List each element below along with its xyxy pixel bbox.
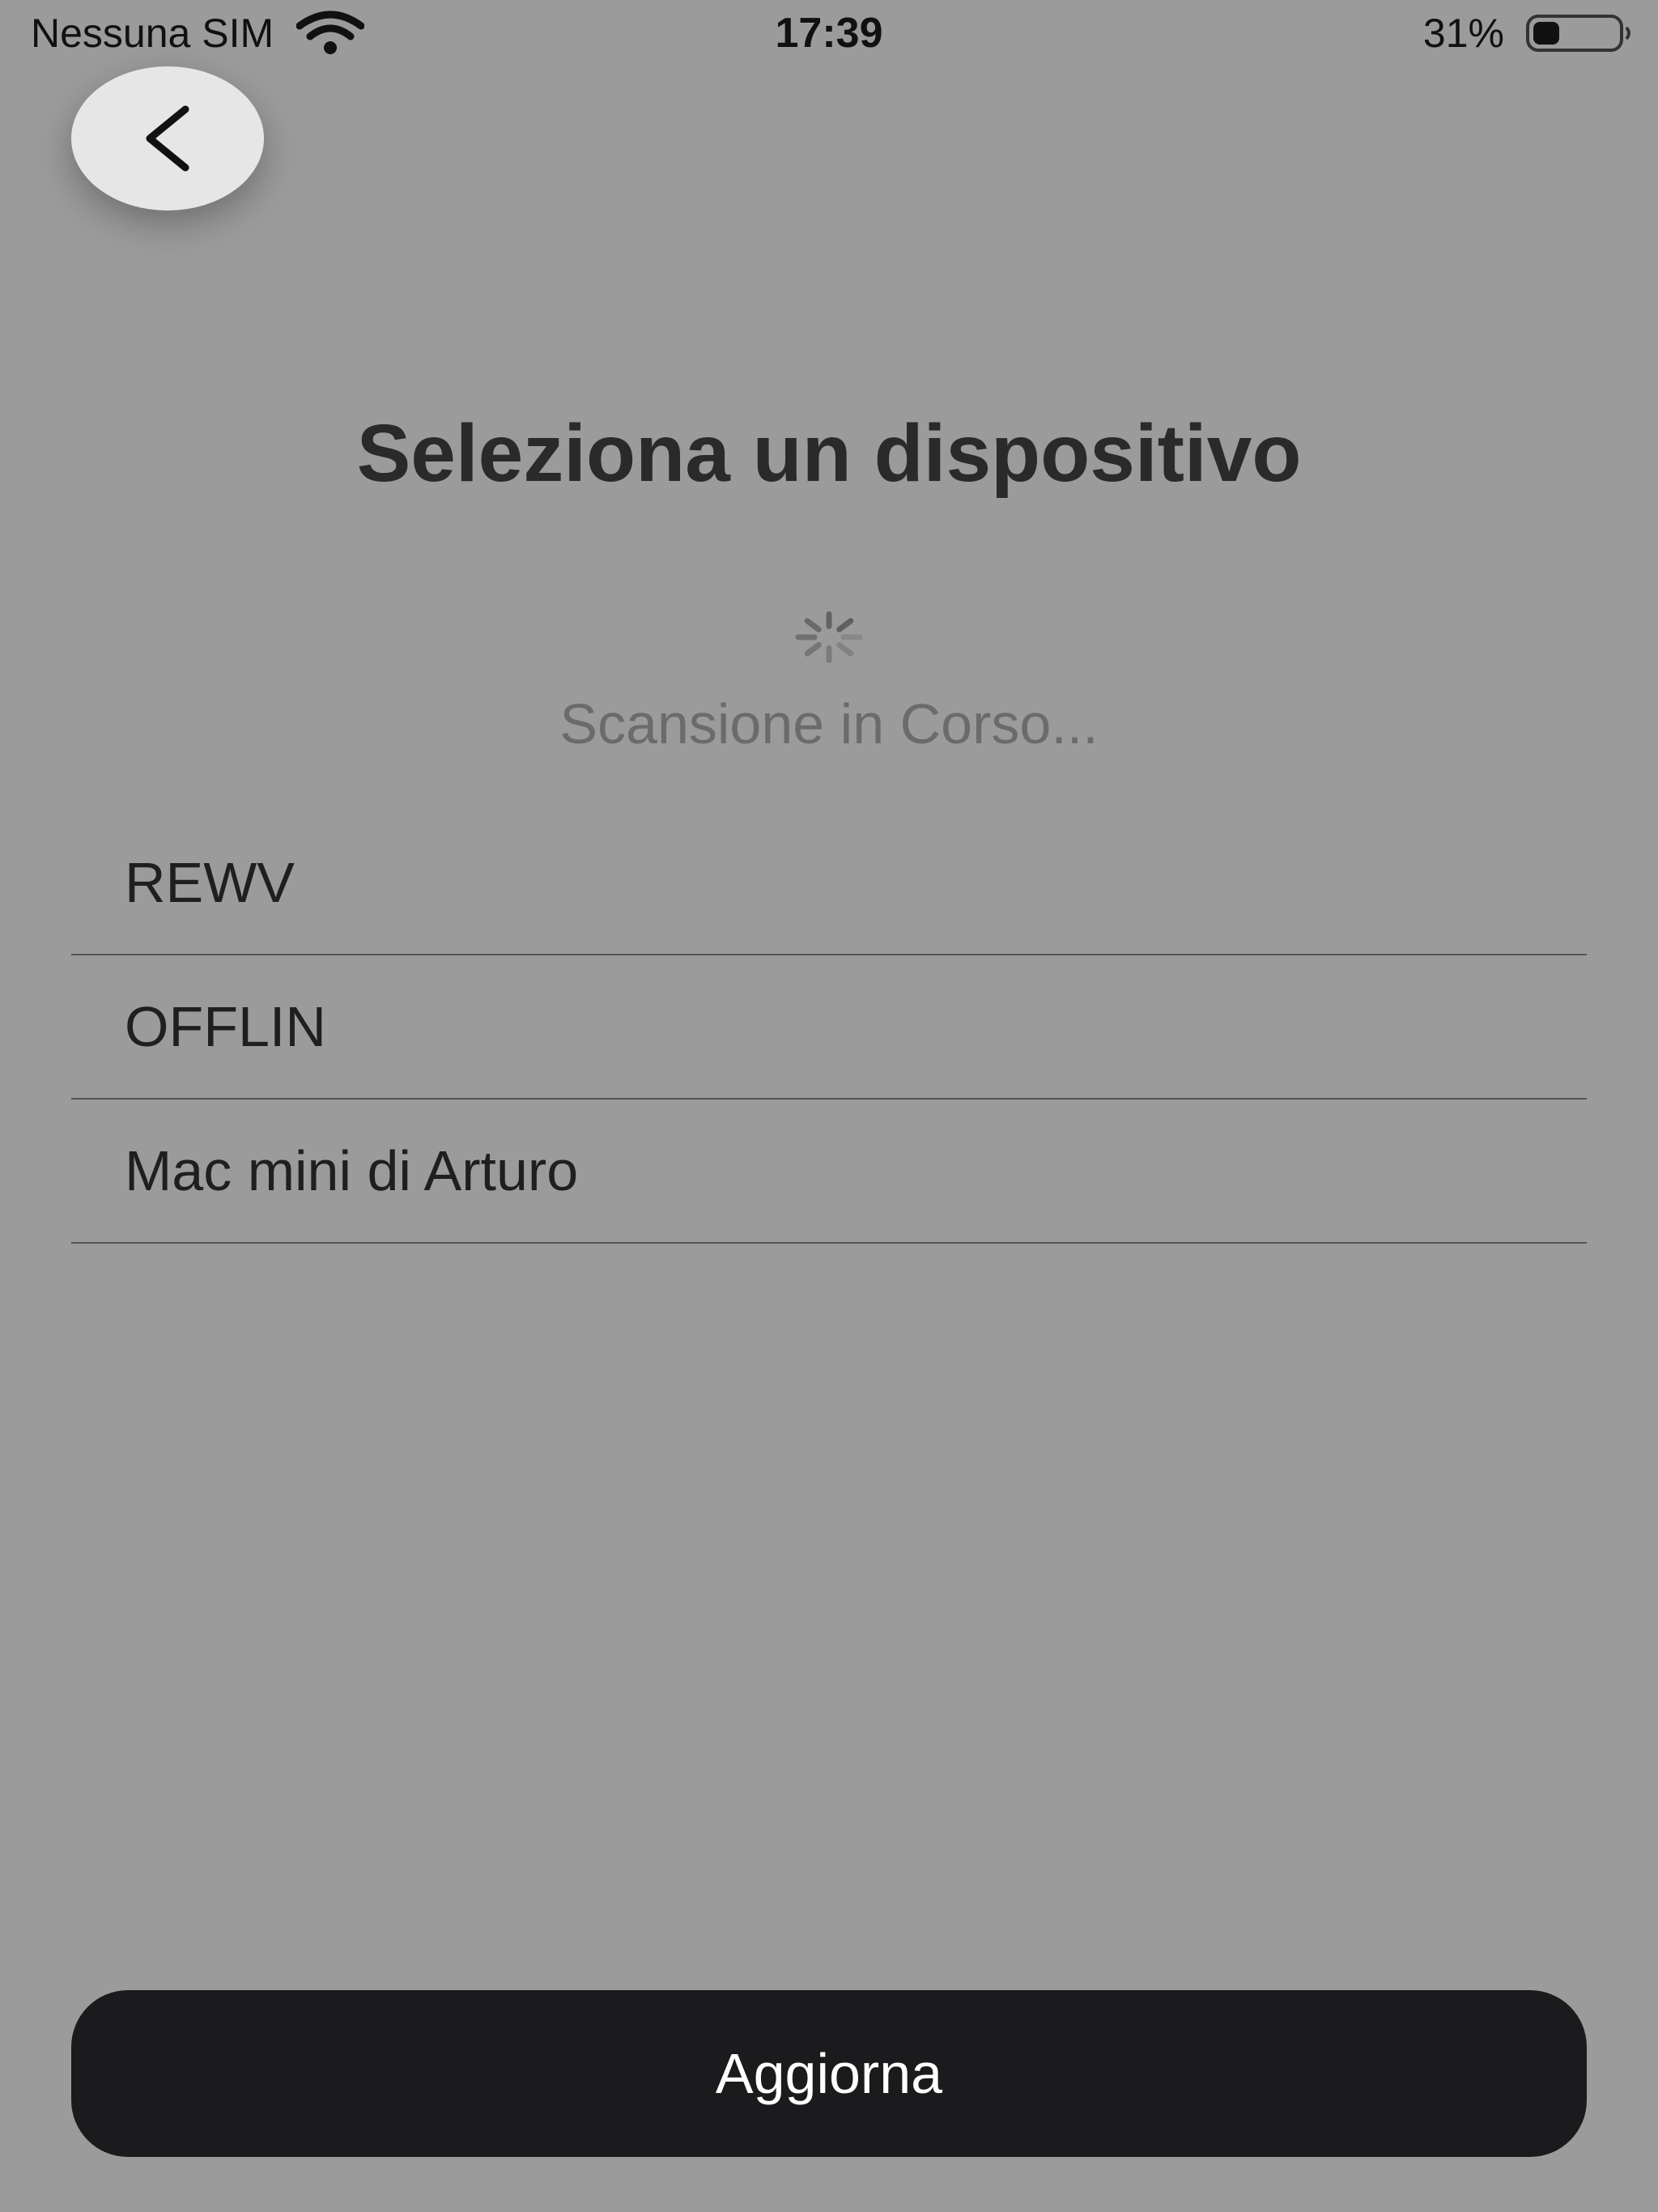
back-button[interactable] bbox=[71, 66, 264, 211]
status-time: 17:39 bbox=[775, 10, 883, 57]
spinner-spoke bbox=[804, 618, 822, 632]
scan-status-text: Scansione in Corso... bbox=[559, 692, 1099, 755]
battery-fill bbox=[1533, 22, 1559, 45]
spinner-spoke bbox=[836, 642, 854, 657]
spinner-icon bbox=[795, 611, 863, 663]
device-item[interactable]: Mac mini di Arturo bbox=[71, 1100, 1587, 1244]
battery-group: 31% bbox=[1423, 10, 1632, 57]
battery-percent: 31% bbox=[1422, 11, 1504, 56]
page-title: Seleziona un dispositivo bbox=[356, 408, 1302, 499]
battery-icon bbox=[1526, 15, 1630, 52]
device-list: REWV OFFLIN Mac mini di Arturo bbox=[71, 811, 1587, 1244]
chevron-left-icon bbox=[146, 105, 189, 172]
spinner-spokes bbox=[795, 611, 863, 663]
spinner-spoke bbox=[804, 642, 822, 657]
status-bar: Nessuna SIM 17:39 31% bbox=[0, 0, 1658, 65]
device-item[interactable]: REWV bbox=[71, 811, 1587, 955]
refresh-button[interactable]: Aggiorna bbox=[71, 1990, 1587, 2157]
spinner-spoke bbox=[836, 618, 854, 632]
device-item[interactable]: OFFLIN bbox=[71, 955, 1587, 1100]
